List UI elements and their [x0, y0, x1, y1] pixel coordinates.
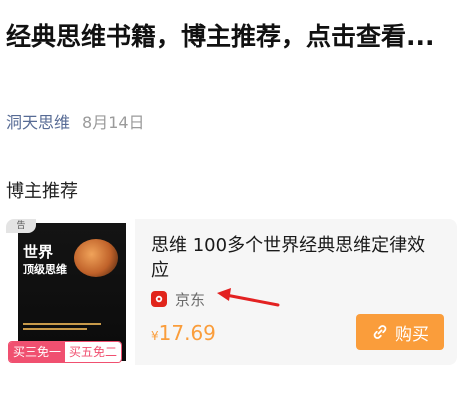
- annotation-arrow-icon: [217, 288, 280, 307]
- product-card[interactable]: 世界 顶级思维 告 买三免一 买五免二 思维 100多个世界经典思维定律效应 京…: [6, 219, 457, 365]
- cover-title: 世界 顶级思维: [23, 243, 75, 279]
- cover-fine-print: [23, 323, 121, 330]
- promo-tag-1: 买三免一: [9, 342, 66, 362]
- link-icon: [373, 325, 387, 339]
- price-value: 17.69: [158, 321, 216, 345]
- buy-button-label: 购买: [395, 324, 429, 345]
- account-name-link[interactable]: 洞天思维: [6, 113, 70, 132]
- cover-title-line2: 顶级思维: [23, 263, 67, 276]
- article-meta: 洞天思维 8月14日: [6, 112, 145, 134]
- brain-illustration: [74, 239, 118, 277]
- store-info: 京东: [151, 289, 205, 309]
- store-name: 京东: [175, 290, 206, 309]
- cover-title-line1: 世界: [23, 243, 54, 261]
- buy-button[interactable]: 购买: [356, 314, 444, 350]
- product-cover-image[interactable]: 世界 顶级思维 告 买三免一 买五免二: [6, 219, 135, 365]
- publish-date: 8月14日: [82, 113, 145, 132]
- promo-badge: 买三免一 买五免二: [8, 341, 123, 363]
- product-title[interactable]: 思维 100多个世界经典思维定律效应: [151, 233, 441, 283]
- product-price: ¥17.69: [151, 321, 216, 345]
- article-title: 经典思维书籍，博主推荐，点击查看...: [6, 22, 435, 51]
- section-label: 博主推荐: [6, 181, 78, 202]
- ad-mark: 告: [6, 219, 36, 233]
- price-currency: ¥: [151, 329, 159, 343]
- jd-logo-icon: [151, 291, 167, 307]
- promo-tag-2: 买五免二: [65, 342, 122, 362]
